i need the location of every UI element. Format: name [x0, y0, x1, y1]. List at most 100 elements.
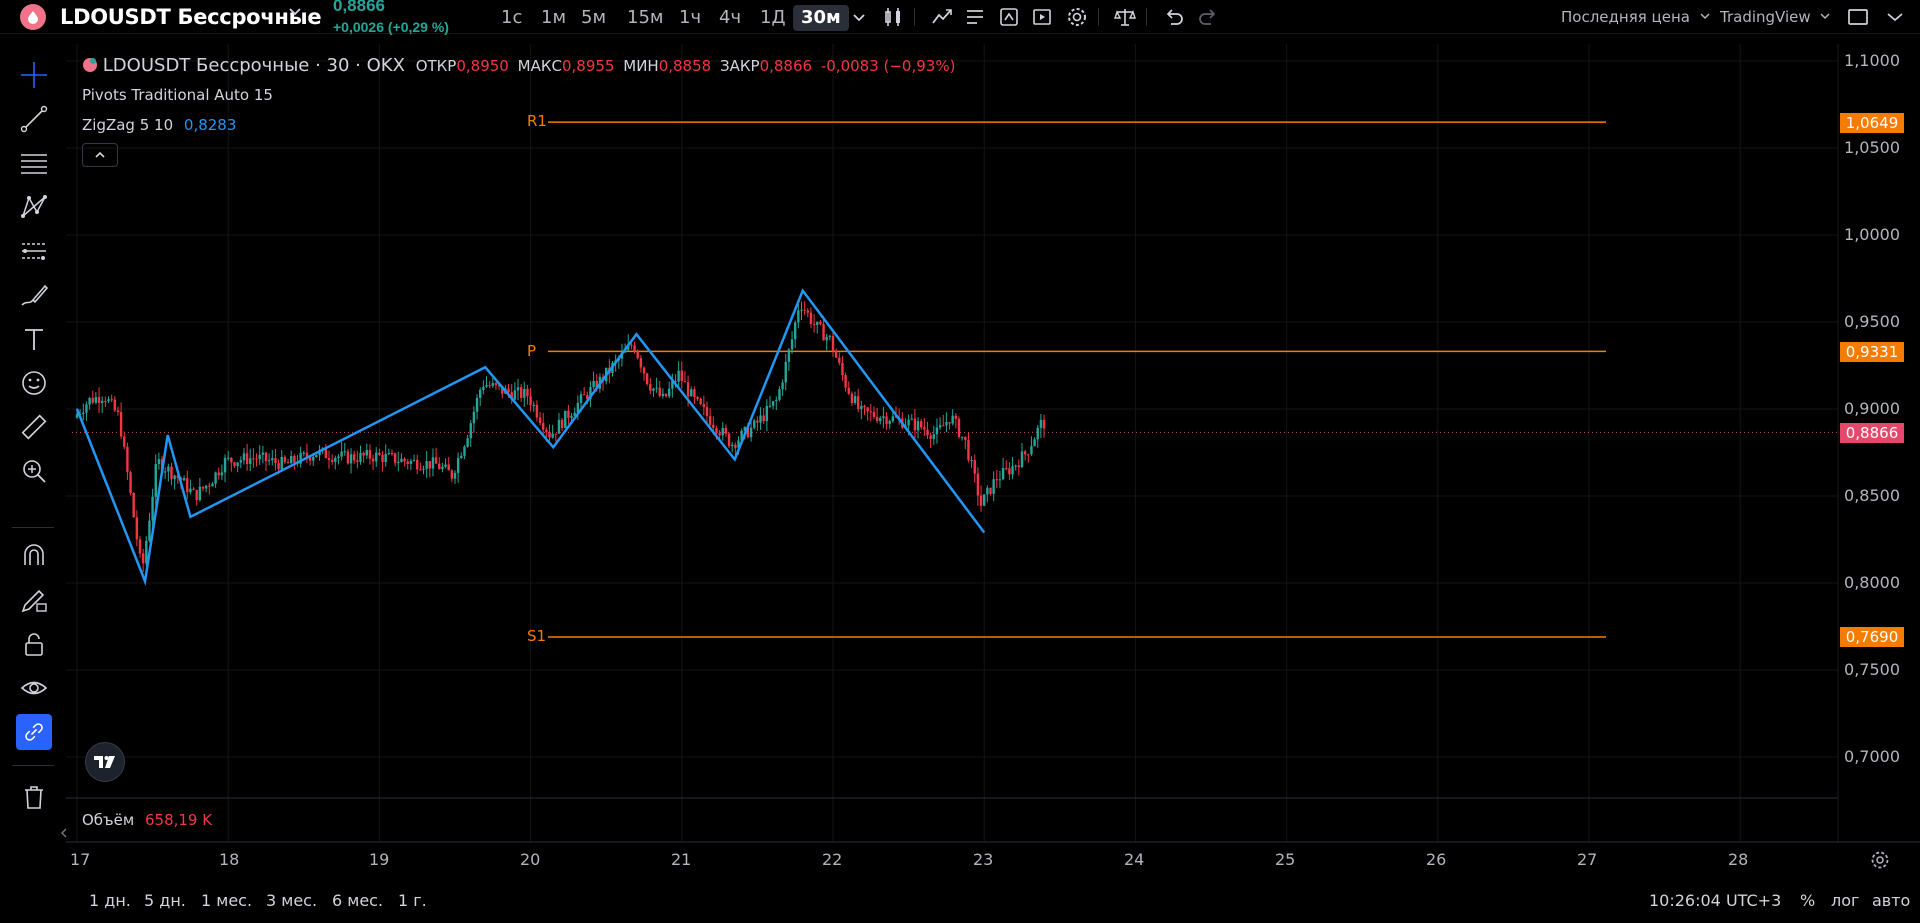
candle: [548, 424, 551, 445]
candle: [239, 456, 242, 469]
candle-body: [170, 466, 173, 480]
timeframe-1s[interactable]: 1с: [493, 5, 530, 31]
candle-style-icon[interactable]: [882, 6, 904, 28]
auto-scale-toggle[interactable]: авто: [1872, 891, 1910, 910]
candle: [579, 391, 583, 413]
candle: [636, 349, 639, 360]
candle: [538, 412, 542, 426]
candle: [860, 400, 863, 420]
candle-body: [406, 461, 409, 465]
range-6m[interactable]: 6 мес.: [332, 891, 383, 910]
timeframe-4h[interactable]: 4ч: [711, 5, 749, 31]
price-source-menu[interactable]: Последняя цена: [1561, 8, 1711, 26]
indicator-zigzag-legend[interactable]: ZigZag 5 10 0,8283: [82, 116, 236, 134]
settings-icon[interactable]: [1066, 6, 1088, 28]
candle: [702, 395, 706, 416]
candle: [532, 401, 535, 412]
candle: [743, 426, 746, 440]
alert-icon[interactable]: [998, 6, 1020, 28]
candle-body: [872, 411, 876, 417]
axis-settings-gear-icon[interactable]: [1869, 849, 1891, 871]
zoom-in-tool-icon[interactable]: [16, 453, 52, 489]
compare-scale-icon[interactable]: [1114, 6, 1136, 28]
candle: [872, 406, 876, 420]
timeframe-15m[interactable]: 15м: [619, 5, 671, 31]
candle-body: [655, 387, 658, 389]
data-source-menu[interactable]: TradingView: [1720, 8, 1831, 26]
range-1m[interactable]: 1 мес.: [201, 891, 252, 910]
candle: [85, 401, 88, 421]
candle-body: [497, 385, 501, 387]
candle: [479, 387, 482, 407]
candle-body: [444, 464, 447, 467]
range-1d[interactable]: 1 дн.: [89, 891, 131, 910]
candle-body: [863, 405, 866, 408]
candle-body: [790, 339, 794, 350]
trash-icon[interactable]: [16, 779, 52, 815]
ruler-tool-icon[interactable]: [16, 409, 52, 445]
candle: [715, 425, 718, 440]
text-tool-icon[interactable]: [16, 321, 52, 357]
clock-timezone[interactable]: 10:26:04 UTC+3: [1649, 891, 1781, 910]
undo-icon[interactable]: [1163, 6, 1185, 28]
redo-icon[interactable]: [1197, 6, 1219, 28]
candle: [173, 474, 176, 490]
trend-line-tool-icon[interactable]: [16, 101, 52, 137]
candle: [683, 370, 687, 383]
log-scale-toggle[interactable]: лог: [1831, 891, 1859, 910]
candle: [740, 428, 743, 443]
candle: [1030, 436, 1033, 456]
candle-body: [916, 421, 920, 431]
magnet-tool-icon[interactable]: [16, 538, 52, 574]
volume-legend[interactable]: Объём 658,19 K: [82, 811, 212, 829]
candle: [696, 396, 699, 402]
fib-tool-icon[interactable]: [16, 145, 52, 181]
candle-body: [910, 418, 913, 420]
forecast-tool-icon[interactable]: [16, 233, 52, 269]
timeframe-1m[interactable]: 1м: [533, 5, 574, 31]
candle-body: [897, 417, 901, 419]
timeframe-5m[interactable]: 5м: [573, 5, 614, 31]
collapse-legend-button[interactable]: [82, 143, 118, 167]
candle-body: [494, 383, 498, 386]
candle: [708, 408, 712, 427]
range-1y[interactable]: 1 г.: [398, 891, 427, 910]
pattern-tool-icon[interactable]: [16, 189, 52, 225]
fullscreen-icon[interactable]: [1847, 6, 1869, 28]
indicator-list-icon[interactable]: [964, 6, 986, 28]
percent-scale-toggle[interactable]: %: [1800, 891, 1815, 910]
collapse-toolbar-icon[interactable]: [60, 825, 68, 841]
symbol-name[interactable]: LDOUSDT Бессрочные: [60, 5, 322, 29]
legend-title[interactable]: LDOUSDT Бессрочные · 30 · OKX: [103, 55, 405, 76]
crosshair-tool-icon[interactable]: [16, 57, 52, 93]
replay-icon[interactable]: [1031, 6, 1053, 28]
candle: [475, 394, 479, 420]
legend-open: 0,8950: [456, 57, 509, 75]
indicators-icon[interactable]: [931, 6, 953, 28]
timeframe-30m-active[interactable]: 30м: [793, 5, 849, 31]
timeframe-1h[interactable]: 1ч: [671, 5, 709, 31]
chevron-down-icon[interactable]: [288, 4, 302, 23]
range-5d[interactable]: 5 дн.: [144, 891, 186, 910]
lock-drawings-icon[interactable]: [16, 626, 52, 662]
hide-drawings-icon[interactable]: [16, 670, 52, 706]
tradingview-logo-icon[interactable]: [85, 742, 125, 782]
candle: [627, 334, 630, 351]
candle: [724, 424, 728, 437]
candle-body: [466, 438, 469, 447]
timeframe-1d[interactable]: 1Д: [752, 5, 794, 31]
more-icon[interactable]: [1884, 6, 1906, 28]
sync-drawings-link-icon[interactable]: [16, 714, 52, 750]
candle-body: [652, 388, 655, 391]
timeframe-dropdown-icon[interactable]: [848, 6, 870, 28]
candle-body: [1030, 446, 1033, 455]
brush-tool-icon[interactable]: [16, 277, 52, 313]
emoji-tool-icon[interactable]: [16, 365, 52, 401]
candle-body: [472, 411, 476, 424]
stay-in-draw-mode-icon[interactable]: [16, 582, 52, 618]
candle-body: [390, 453, 394, 455]
candle: [775, 396, 778, 411]
indicator-pivots-legend[interactable]: Pivots Traditional Auto 15: [82, 86, 273, 104]
candle: [869, 403, 872, 422]
range-3m[interactable]: 3 мес.: [266, 891, 317, 910]
